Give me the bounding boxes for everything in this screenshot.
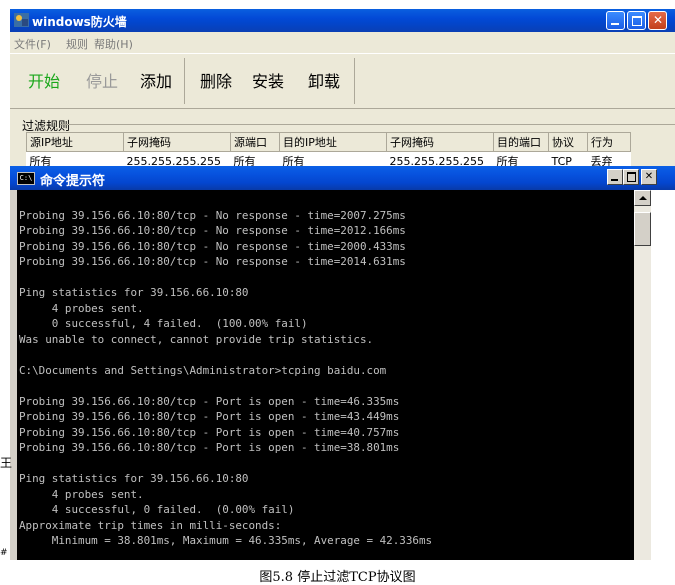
firewall-window: windows防火墙 ✕ 文件(F) 规则 帮助(H) 开始 停止 添加 删除 … (10, 9, 675, 170)
minimize-icon (611, 23, 619, 25)
console-line: Was unable to connect, cannot provide tr… (19, 332, 374, 346)
console-line: Probing 39.156.66.10:80/tcp - Port is op… (19, 394, 400, 408)
column-header-source-ip[interactable]: 源IP地址 (26, 132, 124, 152)
console-line: Approximate trip times in milli-seconds: (19, 518, 282, 532)
toolbar: 开始 停止 添加 删除 安装 卸载 (10, 53, 675, 109)
close-icon: ✕ (653, 13, 664, 27)
filter-rules-table: 源IP地址 子网掩码 源端口 目的IP地址 子网掩码 目的端口 协议 行为 所有… (26, 132, 631, 170)
figure-caption: 图5.8 停止过滤TCP协议图 (259, 570, 416, 585)
console-line: Probing 39.156.66.10:80/tcp - No respons… (19, 224, 406, 237)
cmd-window-title: 命令提示符 (40, 174, 106, 189)
cmd-icon: C:\ (17, 172, 35, 185)
console-line: Minimum = 38.801ms, Maximum = 46.335ms, … (19, 534, 433, 547)
background-strip (651, 190, 675, 560)
install-button[interactable]: 安装 (252, 68, 284, 92)
cmd-maximize-button[interactable] (623, 169, 639, 185)
column-header-action[interactable]: 行为 (587, 132, 631, 152)
console-line: Probing 39.156.66.10:80/tcp - Port is op… (19, 425, 400, 439)
maximize-button[interactable] (627, 11, 646, 30)
menu-bar: 文件(F) 规则 帮助(H) (10, 32, 675, 52)
firewall-window-title: windows防火墙 (32, 15, 127, 29)
delete-button[interactable]: 删除 (200, 68, 232, 92)
firewall-app-icon (14, 13, 29, 27)
column-header-dest-port[interactable]: 目的端口 (493, 132, 549, 152)
table-header-row: 源IP地址 子网掩码 源端口 目的IP地址 子网掩码 目的端口 协议 行为 (26, 132, 631, 152)
cmd-left-border (10, 190, 17, 560)
add-button[interactable]: 添加 (140, 68, 172, 92)
cmd-minimize-button[interactable] (607, 169, 623, 185)
firewall-title-bar[interactable]: windows防火墙 ✕ (10, 9, 675, 32)
column-header-source-mask[interactable]: 子网掩码 (123, 132, 231, 152)
vertical-scrollbar[interactable] (634, 190, 651, 560)
minimize-button[interactable] (606, 11, 625, 30)
uninstall-button[interactable]: 卸载 (308, 68, 340, 92)
console-line: Probing 39.156.66.10:80/tcp - No respons… (19, 239, 406, 253)
console-line: C:\Documents and Settings\Administrator>… (19, 363, 387, 377)
close-button[interactable]: ✕ (648, 11, 667, 30)
close-icon: ✕ (644, 171, 654, 182)
console-line: Probing 39.156.66.10:80/tcp - No respons… (19, 255, 406, 268)
group-divider (60, 124, 675, 125)
scroll-thumb[interactable] (634, 212, 651, 246)
console-line: 4 successful, 0 failed. (0.00% fail) (19, 503, 295, 516)
maximize-icon (632, 16, 642, 26)
scroll-up-arrow-icon[interactable] (634, 190, 651, 206)
edge-mark: 王 (0, 456, 13, 470)
command-prompt-window: C:\ 命令提示符 ✕ Probing 39.156.66.10:80/tcp … (10, 166, 675, 560)
console-line: Probing 39.156.66.10:80/tcp - No respons… (19, 208, 406, 222)
console-line: 4 probes sent. (19, 301, 144, 315)
console-line: 0 successful, 4 failed. (100.00% fail) (19, 317, 308, 330)
menu-rules[interactable]: 规则 (66, 36, 88, 52)
column-header-dest-ip[interactable]: 目的IP地址 (279, 132, 387, 152)
minimize-icon (611, 179, 618, 181)
console-line: Probing 39.156.66.10:80/tcp - Port is op… (19, 410, 400, 423)
cmd-close-button[interactable]: ✕ (641, 169, 657, 185)
edge-mark: # (0, 548, 8, 558)
console-output[interactable]: Probing 39.156.66.10:80/tcp - No respons… (19, 192, 631, 558)
menu-help[interactable]: 帮助(H) (94, 36, 133, 52)
start-button[interactable]: 开始 (28, 68, 60, 92)
cmd-title-bar[interactable]: C:\ 命令提示符 ✕ (10, 166, 675, 190)
console-line: Ping statistics for 39.156.66.10:80 (19, 472, 249, 485)
menu-file[interactable]: 文件(F) (14, 36, 51, 52)
stop-button[interactable]: 停止 (86, 68, 118, 92)
console-line: Probing 39.156.66.10:80/tcp - Port is op… (19, 441, 400, 454)
console-line: 4 probes sent. (19, 487, 144, 501)
column-header-dest-mask[interactable]: 子网掩码 (386, 132, 494, 152)
column-header-source-port[interactable]: 源端口 (230, 132, 280, 152)
column-header-protocol[interactable]: 协议 (548, 132, 588, 152)
maximize-icon (627, 172, 636, 182)
console-line: Ping statistics for 39.156.66.10:80 (19, 286, 249, 299)
